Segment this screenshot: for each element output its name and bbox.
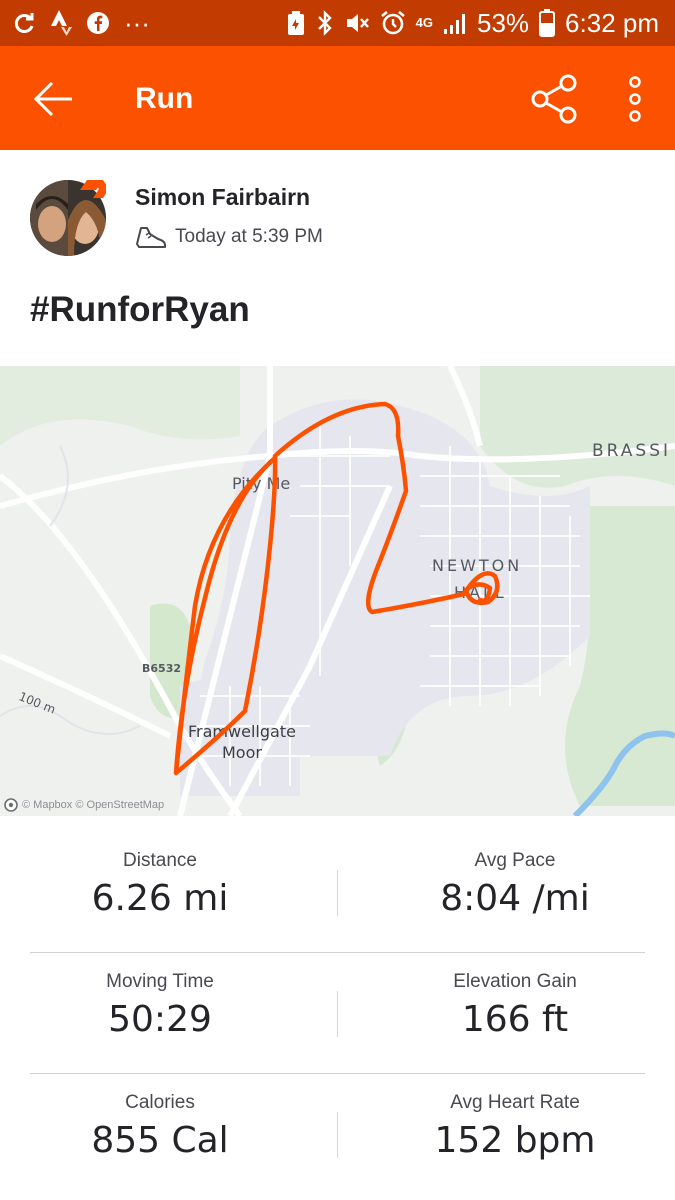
stat-label: Distance [123, 850, 197, 871]
stat-avg-heart-rate: Avg Heart Rate 152 bpm [355, 1092, 675, 1161]
share-icon[interactable] [530, 74, 580, 124]
stat-divider [337, 1112, 338, 1158]
athlete-name[interactable]: Simon Fairbairn [135, 184, 310, 211]
route-map[interactable]: Pity Me Framwellgate Moor NEWTON HALL BR… [0, 366, 675, 816]
battery-saver-icon [287, 11, 304, 35]
mute-icon [346, 14, 369, 32]
status-right-icons: 4G 53% 6:32 pm [286, 6, 659, 40]
sync-icon [14, 13, 34, 33]
stat-distance: Distance 6.26 mi [0, 850, 320, 919]
stat-divider [337, 991, 338, 1037]
strava-icon [51, 10, 72, 36]
activity-title: #RunforRyan [30, 290, 250, 329]
signal-icon [444, 14, 465, 34]
clock: 6:32 pm [565, 8, 659, 38]
stat-label: Avg Heart Rate [450, 1092, 580, 1113]
map-attribution-text[interactable]: © Mapbox © OpenStreetMap [22, 799, 164, 811]
facebook-icon [87, 12, 109, 34]
stat-moving-time: Moving Time 50:29 [0, 971, 320, 1040]
stat-label: Moving Time [106, 971, 214, 992]
stat-label: Calories [125, 1092, 195, 1113]
back-arrow-icon[interactable] [30, 76, 76, 122]
battery-percent: 53% [477, 8, 530, 38]
stat-value: 152 bpm [434, 1120, 596, 1161]
more-vert-icon[interactable] [620, 74, 650, 124]
stat-label: Avg Pace [474, 850, 556, 871]
activity-meta: Today at 5:39 PM [135, 224, 323, 250]
stat-calories: Calories 855 Cal [0, 1092, 320, 1161]
stat-value: 855 Cal [91, 1120, 229, 1161]
page-title: Run [135, 82, 194, 115]
stat-value: 50:29 [108, 999, 212, 1040]
stat-divider [337, 870, 338, 916]
stat-label: Elevation Gain [453, 971, 577, 992]
battery-icon [539, 9, 556, 37]
activity-header: Simon Fairbairn Today at 5:39 PM #Runfor… [0, 150, 675, 366]
status-bar: ··· 4G 53% 6:32 pm [0, 0, 675, 46]
alarm-icon [380, 10, 405, 35]
status-left-icons: ··· [12, 8, 150, 38]
more-notifications-icon: ··· [124, 8, 150, 38]
avatar[interactable] [30, 180, 106, 256]
map-attribution: © Mapbox © OpenStreetMap [4, 798, 164, 812]
stat-avg-pace: Avg Pace 8:04 /mi [355, 850, 675, 919]
shoe-icon [136, 227, 166, 248]
stat-value: 8:04 /mi [440, 878, 590, 919]
activity-time: Today at 5:39 PM [175, 226, 323, 247]
stat-elevation-gain: Elevation Gain 166 ft [355, 971, 675, 1040]
stat-value: 166 ft [461, 999, 569, 1040]
row-divider [30, 952, 645, 953]
activity-stats: Distance 6.26 mi Avg Pace 8:04 /mi Movin… [0, 816, 675, 1200]
bluetooth-icon [317, 10, 332, 36]
row-divider [30, 1073, 645, 1074]
app-bar: Run [0, 46, 675, 150]
mapbox-logo-icon[interactable] [4, 798, 18, 812]
network-type: 4G [415, 15, 433, 30]
route-line [173, 401, 500, 776]
stat-value: 6.26 mi [91, 878, 229, 919]
